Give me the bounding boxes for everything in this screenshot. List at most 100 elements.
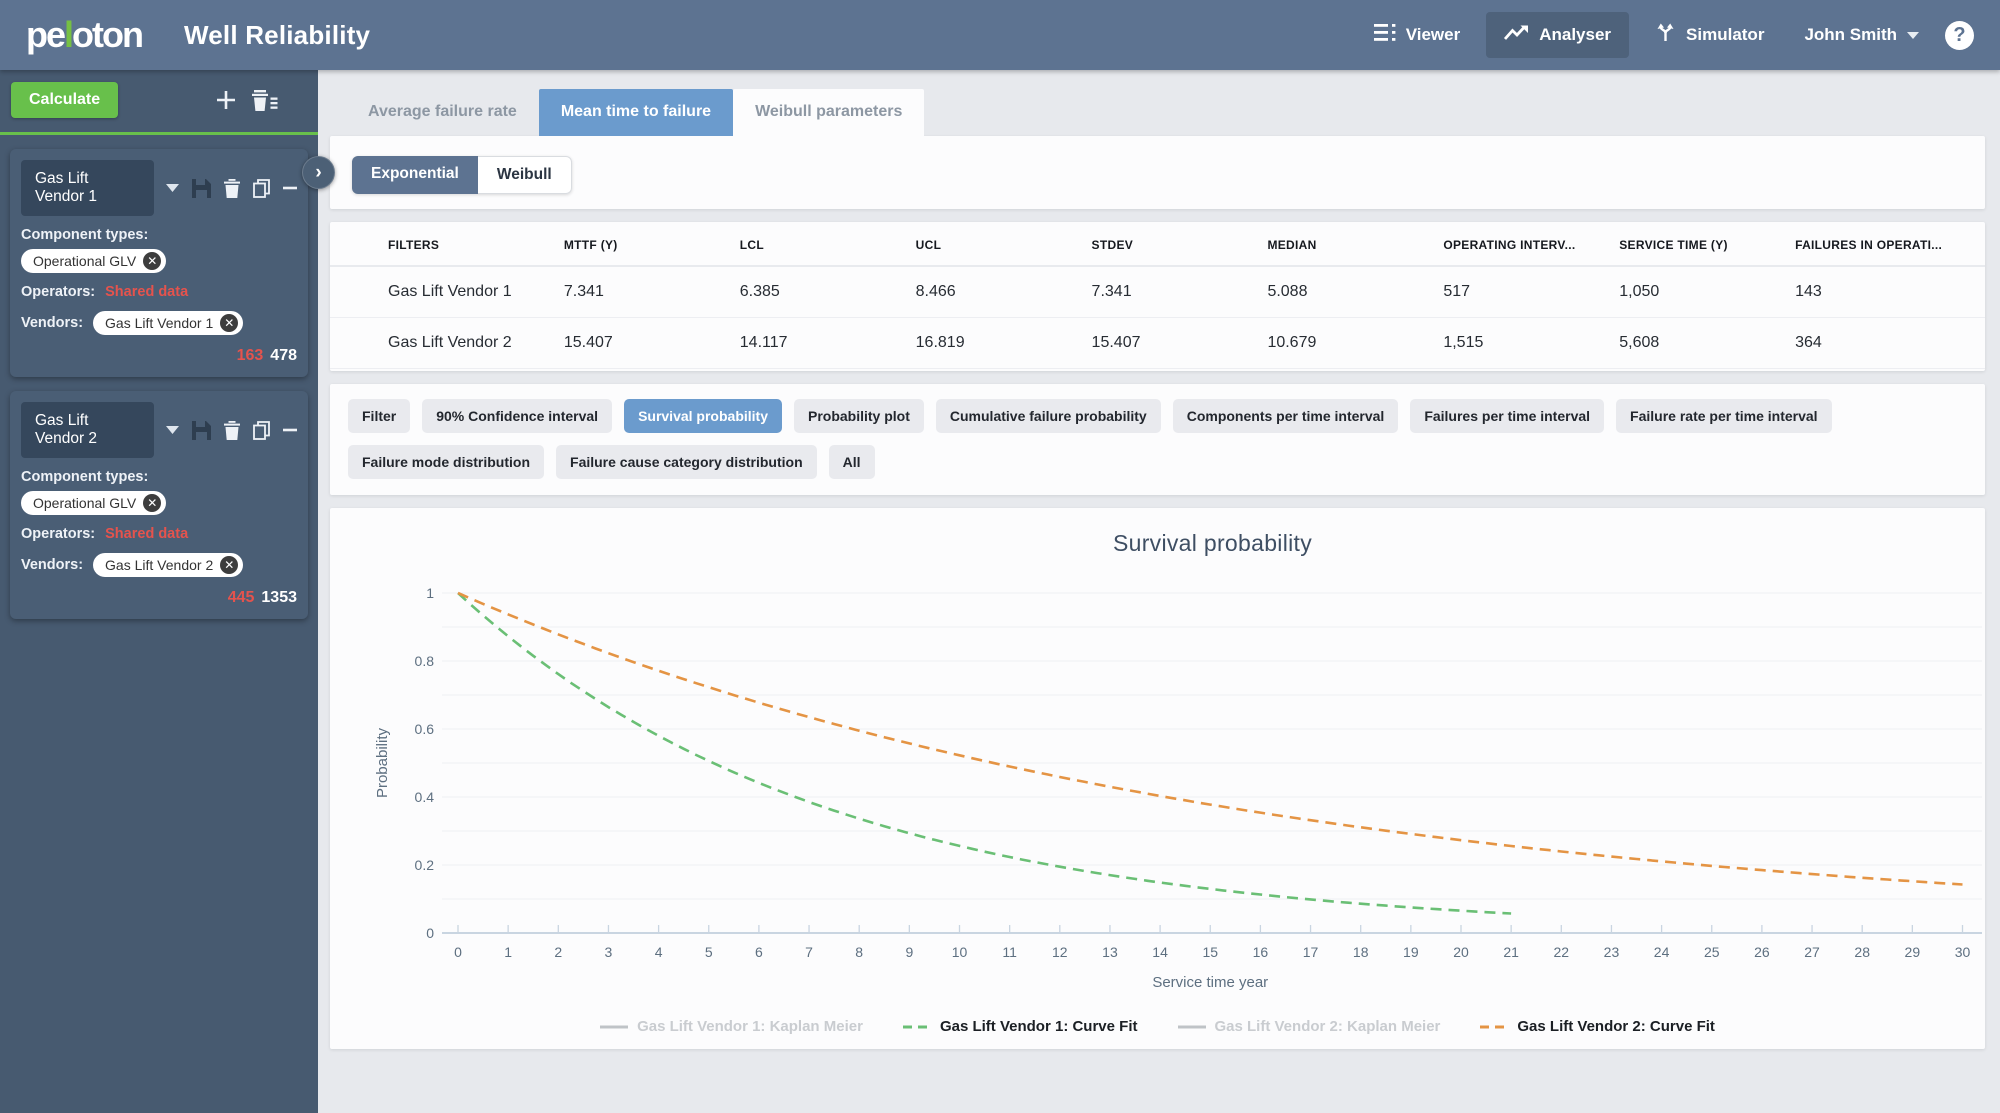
chart-button-cumulative-failure-probability[interactable]: Cumulative failure probability: [935, 399, 1161, 433]
table-cell: 517: [1443, 283, 1471, 300]
legend-item[interactable]: Gas Lift Vendor 2: Curve Fit: [1480, 1018, 1715, 1035]
component-types-label: Component types:: [21, 227, 149, 243]
legend-item[interactable]: Gas Lift Vendor 1: Kaplan Meier: [600, 1018, 863, 1035]
x-tick-label: 0: [454, 944, 462, 960]
dashed-line-swatch: [902, 1025, 931, 1028]
minimize-icon[interactable]: [283, 186, 297, 190]
tab-mean-time-to-failure[interactable]: Mean time to failure: [538, 89, 734, 136]
remove-icon[interactable]: ✕: [143, 494, 162, 512]
component-types-label: Component types:: [21, 469, 149, 485]
x-tick-label: 13: [1102, 944, 1118, 960]
chart-button-components-per-time-interval[interactable]: Components per time interval: [1172, 399, 1399, 433]
trash-icon[interactable]: [224, 178, 240, 198]
operators-label: Operators:: [21, 526, 96, 542]
x-tick-label: 2: [554, 944, 562, 960]
column-header: MTTF (Y): [563, 238, 618, 252]
tab-weibull-parameters[interactable]: Weibull parameters: [733, 89, 925, 136]
chart-button-failure-rate-per-time-interval[interactable]: Failure rate per time interval: [1616, 399, 1832, 433]
filter-name-select[interactable]: Gas Lift Vendor 1: [21, 160, 154, 216]
remove-icon[interactable]: ✕: [220, 556, 239, 574]
toggle-weibull[interactable]: Weibull: [477, 156, 572, 194]
table-cell: 1,515: [1443, 334, 1484, 351]
table-cell: Gas Lift Vendor 2: [388, 334, 512, 351]
remove-icon[interactable]: ✕: [143, 252, 162, 270]
operators-label: Operators:: [21, 284, 96, 300]
calculate-button[interactable]: Calculate: [11, 82, 119, 118]
table-cell: 6.385: [739, 283, 780, 300]
app-header: peloton Well Reliability Viewer Analyser…: [0, 0, 2000, 70]
remove-icon[interactable]: ✕: [220, 314, 239, 332]
x-tick-label: 26: [1754, 944, 1770, 960]
legend-label: Gas Lift Vendor 1: Curve Fit: [939, 1018, 1138, 1035]
analysis-tabs: Average failure rate Mean time to failur…: [330, 70, 1985, 136]
table-row: Gas Lift Vendor 2 15.407 14.117 16.819 15.40…: [330, 318, 1985, 369]
x-tick-label: 12: [1052, 944, 1068, 960]
legend-item[interactable]: Gas Lift Vendor 2: Kaplan Meier: [1177, 1018, 1441, 1035]
x-tick-label: 6: [755, 944, 763, 960]
column-header: LCL: [739, 238, 764, 252]
y-tick-label: 0.4: [415, 789, 435, 805]
column-header: SERVICE TIME (Y): [1619, 238, 1728, 252]
divider: [0, 132, 318, 135]
dashed-line-swatch: [1480, 1025, 1509, 1028]
vendor-pill: Gas Lift Vendor 1 ✕: [93, 311, 244, 335]
x-tick-label: 30: [1955, 944, 1971, 960]
app-title: Well Reliability: [184, 19, 371, 50]
y-tick-label: 0.8: [415, 653, 435, 669]
nav-analyser[interactable]: Analyser: [1486, 12, 1630, 58]
table-cell: 8.466: [915, 283, 956, 300]
copy-icon[interactable]: [253, 420, 270, 440]
x-tick-label: 17: [1303, 944, 1319, 960]
clear-all-button[interactable]: [252, 89, 278, 111]
chart-button-filter[interactable]: Filter: [348, 399, 411, 433]
chevron-down-icon: [1907, 31, 1919, 39]
vendor-pill: Gas Lift Vendor 2 ✕: [93, 553, 244, 577]
copy-icon[interactable]: [253, 178, 270, 198]
x-tick-label: 5: [705, 944, 713, 960]
legend-label: Gas Lift Vendor 2: Kaplan Meier: [1214, 1018, 1441, 1035]
chart-button-all[interactable]: All: [828, 445, 875, 479]
table-cell: 5.088: [1267, 283, 1308, 300]
results-table: FILTERS MTTF (Y) LCL UCL STDEV MEDIAN OPERATIN…: [330, 222, 1985, 371]
user-name: John Smith: [1804, 25, 1897, 44]
chart-selector-buttons: Filter 90% Confidence interval Survival pr…: [330, 384, 1985, 495]
minimize-icon[interactable]: [283, 428, 297, 432]
x-tick-label: 14: [1152, 944, 1168, 960]
trend-line-icon: [1504, 24, 1529, 46]
chevron-down-icon[interactable]: [166, 426, 179, 434]
chart-button-failures-per-time-interval[interactable]: Failures per time interval: [1410, 399, 1605, 433]
chart-button-survival-probability[interactable]: Survival probability: [624, 399, 782, 433]
save-icon[interactable]: [192, 178, 211, 198]
chart-button-failure-cause-category-distribution[interactable]: Failure cause category distribution: [556, 445, 817, 479]
filter-panel-vendor-2: Gas Lift Vendor 2 Component types: Opera…: [10, 391, 308, 619]
table-cell: 364: [1795, 334, 1822, 351]
sidebar-collapse-button[interactable]: ›: [302, 156, 335, 189]
help-button[interactable]: ?: [1945, 20, 1974, 50]
chart-button-90-confidence-interval[interactable]: 90% Confidence interval: [422, 399, 613, 433]
fork-icon: [1655, 23, 1676, 47]
x-tick-label: 1: [504, 944, 512, 960]
x-tick-label: 22: [1554, 944, 1570, 960]
y-tick-label: 0: [426, 925, 434, 941]
toggle-exponential[interactable]: Exponential: [352, 156, 478, 194]
nav-analyser-label: Analyser: [1539, 25, 1612, 44]
add-filter-button[interactable]: [216, 90, 236, 110]
survival-chart-card: Survival probability 0 1 2 3 4 5 6 7 8 9 10 11 12 13 1…: [330, 508, 1985, 1049]
user-menu[interactable]: John Smith: [1804, 25, 1919, 45]
chevron-down-icon[interactable]: [166, 184, 179, 192]
save-icon[interactable]: [192, 420, 211, 440]
filter-name-select[interactable]: Gas Lift Vendor 2: [21, 402, 154, 458]
tab-average-failure-rate[interactable]: Average failure rate: [346, 89, 539, 136]
nav-simulator[interactable]: Simulator: [1637, 11, 1782, 59]
table-cell: 143: [1795, 283, 1822, 300]
trash-icon[interactable]: [224, 420, 240, 440]
legend-item[interactable]: Gas Lift Vendor 1: Curve Fit: [902, 1018, 1138, 1035]
chart-button-probability-plot[interactable]: Probability plot: [794, 399, 924, 433]
chart-button-failure-mode-distribution[interactable]: Failure mode distribution: [348, 445, 545, 479]
solid-line-swatch: [600, 1025, 629, 1028]
x-axis-title: Service time year: [1152, 974, 1268, 991]
table-cell: 1,050: [1619, 283, 1660, 300]
x-tick-label: 28: [1854, 944, 1870, 960]
table-cell: 16.819: [915, 334, 965, 351]
nav-viewer[interactable]: Viewer: [1356, 12, 1479, 58]
